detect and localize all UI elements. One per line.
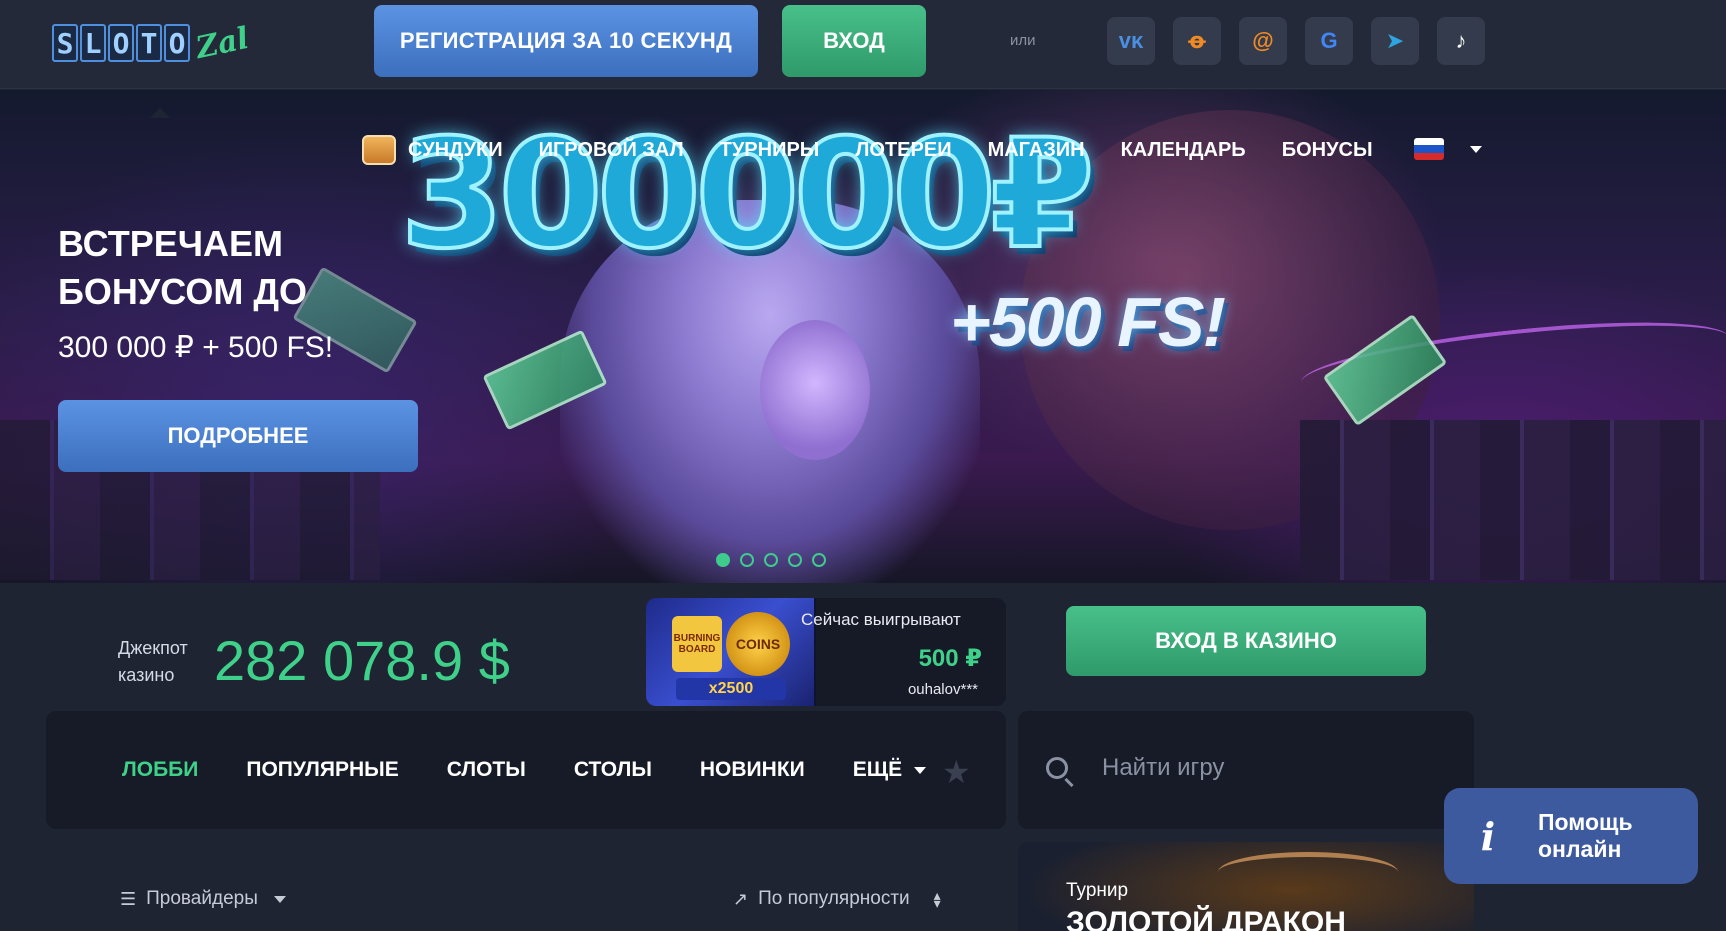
logo[interactable]: S L O T O Zal [52,20,252,66]
nav-calendar[interactable]: КАЛЕНДАРЬ [1121,139,1246,162]
sort-filter[interactable]: ↗ По популярности ▴ ▾ [733,888,941,910]
filter-icon: ☰ [120,888,137,909]
win-amount: 500 ₽ [918,645,982,672]
jackpot-value: 282 078.9 $ [214,629,510,692]
nav-game-hall[interactable]: ИГРОВОЙ ЗАЛ [539,139,684,162]
slider-dot[interactable] [716,553,730,567]
chevron-down-icon [914,766,927,774]
tab-lobby[interactable]: ЛОББИ [122,758,198,782]
favorites-star-icon[interactable]: ★ [942,753,971,791]
tab-tables[interactable]: СТОЛЫ [574,758,652,782]
tab-more-label: ЕЩЁ [852,758,903,781]
enter-casino-button[interactable]: ВХОД В КАЗИНО [1066,606,1426,676]
social-login-list: ᴠᴋ ꝋ @ G ➤ ♪ [1107,17,1485,65]
register-button[interactable]: РЕГИСТРАЦИЯ ЗА 10 СЕКУНД [374,5,758,77]
slider-dot[interactable] [740,553,754,567]
nav-shop[interactable]: МАГАЗИН [988,139,1085,162]
game-thumbnail[interactable]: BURNING BOARD COINS x2500 [646,598,816,706]
russia-flag-icon [1414,138,1444,160]
tournament-card[interactable]: Турнир ЗОЛОТОЙ ДРАКОН [1018,842,1474,931]
game-logo: COINS [726,612,790,676]
search-input[interactable] [1102,748,1422,788]
logo-tile: S [52,24,78,62]
multiplier-badge: x2500 [676,678,786,700]
dragon-horns-decoration [1218,852,1398,892]
top-bar: S L O T O Zal РЕГИСТРАЦИЯ ЗА 10 СЕКУНД В… [0,0,1726,89]
trending-chart-icon: ↗ [733,888,749,909]
odnoklassniki-icon[interactable]: ꝋ [1173,17,1221,65]
help-label-line2: онлайн [1538,836,1622,862]
tiktok-icon[interactable]: ♪ [1437,17,1485,65]
active-tab-pointer [150,108,170,118]
google-icon[interactable]: G [1305,17,1353,65]
chest-icon [362,135,396,165]
help-label-line1: Помощь [1538,809,1633,835]
live-winners[interactable]: BURNING BOARD COINS x2500 Сейчас выигрыв… [646,598,1006,706]
game-logo: BURNING BOARD [672,616,722,672]
slider-dot[interactable] [764,553,778,567]
tournament-name: ЗОЛОТОЙ ДРАКОН [1066,906,1346,931]
providers-label: Провайдеры [146,888,258,909]
tab-slots[interactable]: СЛОТЫ [447,758,526,782]
winner-username: ouhalov*** [907,681,978,698]
hero-title: ВСТРЕЧАЕМ БОНУСОМ ДО [58,223,308,312]
mail-icon[interactable]: @ [1239,17,1287,65]
logo-tile: L [80,24,106,62]
nav-lotteries[interactable]: ЛОТЕРЕИ [855,139,951,162]
banner-character-face [760,320,870,460]
tab-more[interactable]: ЕЩЁ [852,758,927,782]
more-button[interactable]: ПОДРОБНЕЕ [58,400,418,472]
banner-slot-machines [1300,420,1726,580]
slider-dot[interactable] [788,553,802,567]
slider-dot[interactable] [812,553,826,567]
tab-popular[interactable]: ПОПУЛЯРНЫЕ [246,758,398,782]
banner-free-spins: +500 FS! [950,283,1226,361]
sort-label: По популярности [758,888,910,909]
telegram-icon[interactable]: ➤ [1371,17,1419,65]
info-icon: i [1480,813,1496,859]
nav-tournaments[interactable]: ТУРНИРЫ [720,139,820,162]
language-selector[interactable] [1414,138,1482,160]
tab-new[interactable]: НОВИНКИ [700,758,805,782]
nav-bonuses[interactable]: БОНУСЫ [1282,139,1373,162]
tournament-label: Турнир [1066,880,1129,901]
nav-chests[interactable]: СУНДУКИ [408,139,503,162]
logo-tile: T [136,24,162,62]
jackpot-label: Джекпот казино [118,638,188,685]
login-button[interactable]: ВХОД [782,5,926,77]
online-help-button[interactable]: i Помощь онлайн [1444,788,1698,884]
chevron-down-icon [273,895,286,903]
logo-script: Zal [192,20,252,66]
winners-label: Сейчас выигрывают [801,610,961,629]
hero-subtitle: 300 000 ₽ + 500 FS! [58,331,334,364]
casino-page: S L O T O Zal РЕГИСТРАЦИЯ ЗА 10 СЕКУНД В… [0,0,1726,931]
or-label: или [1010,32,1036,49]
help-label: Помощь онлайн [1538,809,1633,863]
chevron-down-icon [1470,145,1482,153]
providers-filter[interactable]: ☰ Провайдеры [120,888,286,910]
slider-dots [716,553,826,567]
logo-tile: O [164,24,190,62]
tab-list: ЛОББИ ПОПУЛЯРНЫЕ СЛОТЫ СТОЛЫ НОВИНКИ ЕЩЁ [122,758,927,782]
sort-arrows-icon: ▴ ▾ [933,887,941,911]
logo-tile: O [108,24,134,62]
vk-icon[interactable]: ᴠᴋ [1107,17,1155,65]
main-nav: СУНДУКИ ИГРОВОЙ ЗАЛ ТУРНИРЫ ЛОТЕРЕИ МАГА… [362,125,1409,175]
search-icon [1046,757,1068,779]
